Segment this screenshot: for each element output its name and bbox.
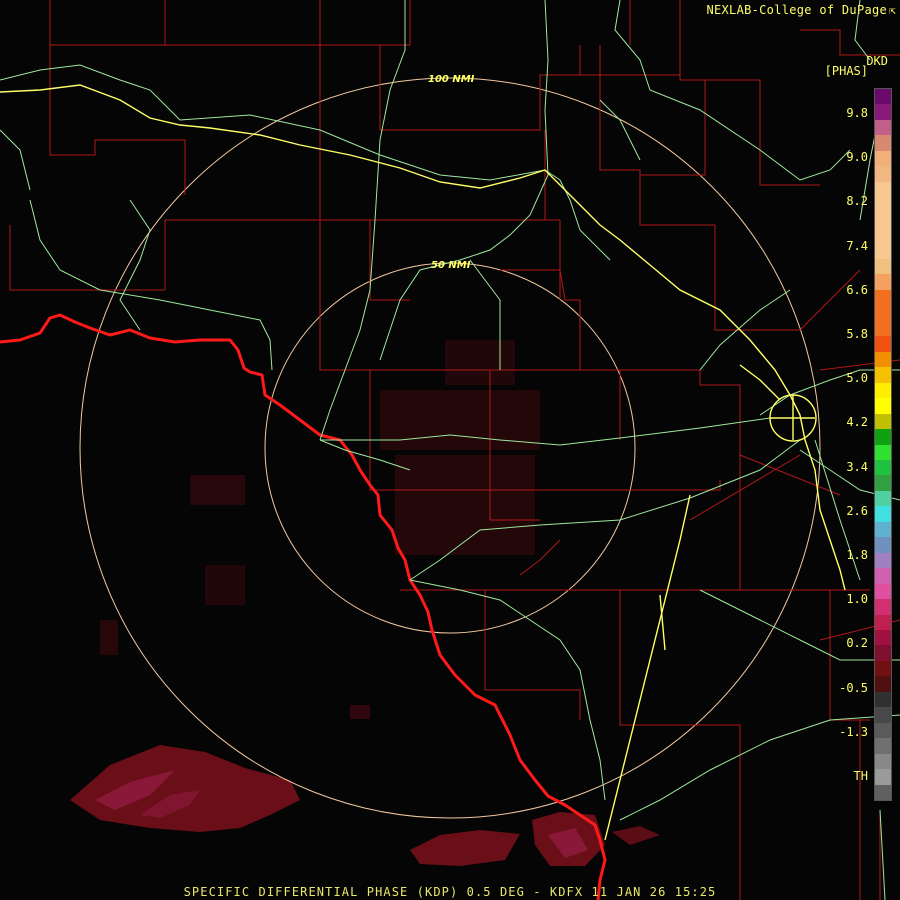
color-swatch bbox=[875, 336, 891, 353]
color-swatch bbox=[875, 181, 891, 198]
scale-tick-label: 1.8 bbox=[846, 548, 868, 562]
scale-tick-label: 5.0 bbox=[846, 371, 868, 386]
color-swatch bbox=[875, 89, 891, 105]
scale-tick-label: 9.0 bbox=[846, 150, 868, 165]
color-swatch bbox=[875, 444, 891, 461]
color-swatch bbox=[875, 629, 891, 646]
external-link-icon: ⇱ bbox=[889, 4, 896, 17]
color-swatch bbox=[875, 599, 891, 616]
color-swatch bbox=[875, 660, 891, 677]
color-swatch bbox=[875, 398, 891, 415]
scale-tick-label: 3.4 bbox=[846, 459, 868, 474]
scale-tick-label: 6.6 bbox=[846, 282, 868, 297]
color-swatch bbox=[875, 475, 891, 492]
color-swatch bbox=[875, 753, 891, 770]
ring-label-100: 100 NMI bbox=[428, 74, 475, 85]
color-swatch bbox=[875, 166, 891, 183]
color-swatch bbox=[875, 413, 891, 430]
color-swatch bbox=[875, 119, 891, 136]
scale-tick-label: 0.2 bbox=[846, 636, 868, 651]
scale-tick-label: -1.3 bbox=[839, 724, 868, 739]
color-swatch bbox=[875, 506, 891, 523]
color-swatch bbox=[875, 429, 891, 445]
scale-tick-label: 2.6 bbox=[846, 503, 868, 518]
color-scale-bar bbox=[874, 88, 892, 801]
color-swatch bbox=[875, 367, 891, 384]
color-swatch bbox=[875, 707, 891, 724]
color-swatch bbox=[875, 150, 891, 167]
color-swatch bbox=[875, 490, 891, 507]
echo-returns bbox=[70, 340, 660, 866]
color-swatch bbox=[875, 537, 891, 554]
color-swatch bbox=[875, 676, 891, 693]
scale-tick-label: TH bbox=[853, 769, 868, 783]
color-swatch bbox=[875, 243, 891, 260]
color-swatch bbox=[875, 259, 891, 275]
credit-text: NEXLAB-College of DuPage bbox=[706, 3, 888, 17]
color-swatch bbox=[875, 320, 891, 337]
product-footer: SPECIFIC DIFFERENTIAL PHASE (KDP) 0.5 DE… bbox=[183, 885, 717, 899]
product-code: DKD bbox=[866, 54, 888, 68]
color-swatch bbox=[875, 212, 891, 229]
color-swatch bbox=[875, 738, 891, 755]
radar-map[interactable]: 100 NMI 50 NMI bbox=[0, 0, 900, 900]
color-swatch bbox=[875, 274, 891, 291]
ring-label-50: 50 NMI bbox=[431, 260, 471, 271]
color-swatch bbox=[875, 784, 891, 801]
color-swatch bbox=[875, 583, 891, 600]
color-swatch bbox=[875, 305, 891, 322]
color-swatch bbox=[875, 104, 891, 121]
color-swatch bbox=[875, 769, 891, 786]
color-swatch bbox=[875, 459, 891, 476]
scale-tick-label: 9.8 bbox=[846, 106, 868, 120]
color-swatch bbox=[875, 228, 891, 245]
color-swatch bbox=[875, 691, 891, 708]
color-swatch bbox=[875, 722, 891, 739]
unit-label: [PHAS] bbox=[824, 64, 868, 78]
color-swatch bbox=[875, 645, 891, 662]
color-swatch bbox=[875, 382, 891, 399]
scale-tick-label: 5.8 bbox=[846, 327, 868, 341]
scale-tick-label: 8.2 bbox=[846, 194, 868, 209]
color-swatch bbox=[875, 552, 891, 569]
scale-tick-label: 1.0 bbox=[846, 592, 868, 607]
scale-tick-label: 4.2 bbox=[846, 415, 868, 430]
color-swatch bbox=[875, 351, 891, 368]
color-swatch bbox=[875, 568, 891, 585]
color-swatch bbox=[875, 614, 891, 631]
color-swatch bbox=[875, 289, 891, 306]
credit-link[interactable]: NEXLAB-College of DuPage ⇱ bbox=[706, 3, 896, 17]
scale-tick-label: -0.5 bbox=[839, 680, 868, 695]
color-swatch bbox=[875, 521, 891, 538]
color-swatch bbox=[875, 197, 891, 214]
radar-display: 100 NMI 50 NMI NEXLAB-College of DuPage ⇱… bbox=[0, 0, 900, 900]
scale-tick-label: 7.4 bbox=[846, 238, 868, 253]
color-swatch bbox=[875, 135, 891, 152]
